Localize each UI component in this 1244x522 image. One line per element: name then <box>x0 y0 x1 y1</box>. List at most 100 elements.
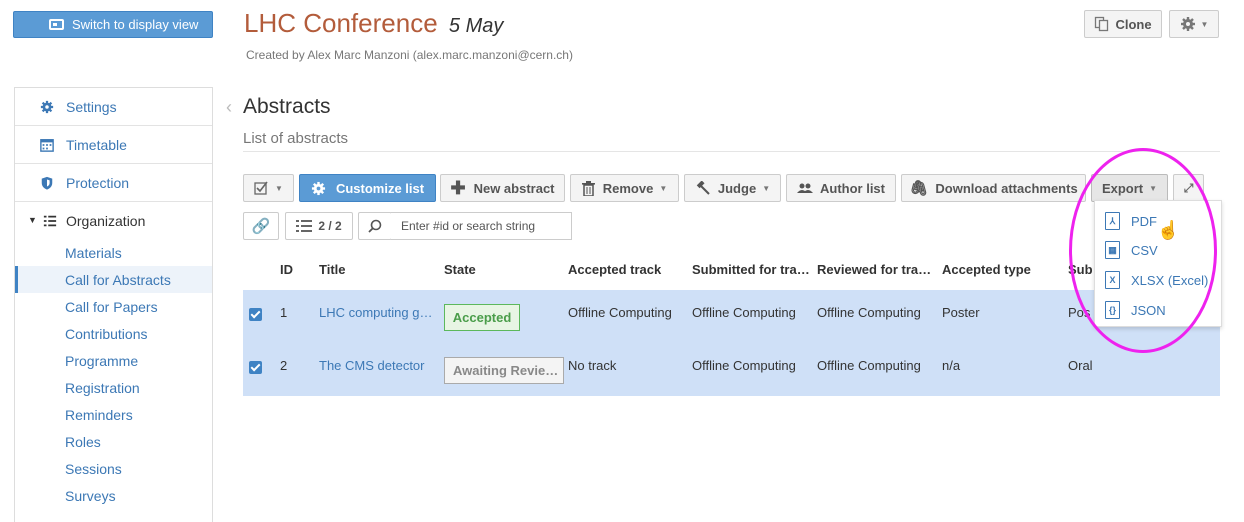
settings-dropdown-button[interactable]: ▼ <box>1169 10 1219 38</box>
search-input[interactable] <box>391 212 572 240</box>
status-badge: Accepted <box>444 304 520 331</box>
sidebar-item-contributions[interactable]: Contributions <box>15 320 212 347</box>
customize-label: Customize list <box>335 180 425 196</box>
col-sub[interactable]: Sub <box>1068 262 1093 277</box>
caret-down-icon: ▼ <box>28 215 37 225</box>
export-csv-item[interactable]: ▦ CSV <box>1105 240 1158 260</box>
export-button[interactable]: Export ▼ <box>1091 174 1168 202</box>
search-button[interactable] <box>358 212 392 240</box>
gear-icon <box>40 100 54 114</box>
conference-date: 5 May <box>448 15 504 37</box>
author-list-button[interactable]: Author list <box>786 174 896 202</box>
sidebar-item-reminders[interactable]: Reminders <box>15 401 212 428</box>
col-id[interactable]: ID <box>280 262 293 277</box>
sidebar-item-label: Protection <box>66 174 130 191</box>
col-state[interactable]: State <box>444 262 476 277</box>
cell-submitted-for: Offline Computing <box>692 358 796 373</box>
sidebar-item-settings[interactable]: Settings <box>15 88 212 126</box>
sidebar-item-registration[interactable]: Registration <box>15 374 212 401</box>
select-dropdown-button[interactable]: ▼ <box>243 174 294 202</box>
conference-name: LHC Conference <box>244 8 438 38</box>
sidebar-item-label: Settings <box>66 98 117 115</box>
search-icon <box>368 219 382 233</box>
sidebar-item-protection[interactable]: Protection <box>15 164 212 202</box>
chevron-down-icon: ▼ <box>762 183 771 193</box>
table-row[interactable]: 1 LHC computing g… Accepted Offline Comp… <box>243 290 1220 343</box>
link-button[interactable]: 🔗 <box>243 212 279 240</box>
clone-label: Clone <box>1115 16 1152 32</box>
clone-button[interactable]: Clone <box>1084 10 1162 38</box>
paperclip-icon: 🖇 <box>909 180 929 197</box>
page-title: Abstracts <box>243 95 331 118</box>
customize-list-button[interactable]: Customize list <box>299 174 436 202</box>
table-header: ID Title State Accepted track Submitted … <box>243 252 1220 289</box>
expand-button[interactable]: ⤢ <box>1173 174 1204 202</box>
display-icon <box>49 19 64 30</box>
expand-icon: ⤢ <box>1183 180 1194 195</box>
download-attachments-button[interactable]: 🖇 Download attachments <box>901 174 1086 202</box>
export-pdf-item[interactable]: ⅄ PDF <box>1105 211 1157 231</box>
chevron-down-icon: ▼ <box>659 183 668 193</box>
cell-title-link[interactable]: The CMS detector <box>319 358 425 373</box>
remove-button[interactable]: Remove ▼ <box>570 174 679 202</box>
users-icon <box>797 183 813 193</box>
trash-icon <box>581 180 595 196</box>
new-abstract-label: New abstract <box>473 180 555 196</box>
export-json-item[interactable]: {} JSON <box>1105 300 1166 320</box>
cell-reviewed-for: Offline Computing <box>817 358 921 373</box>
list-icon <box>43 215 57 227</box>
sidebar-item-sessions[interactable]: Sessions <box>15 455 212 482</box>
cell-submitted-for: Offline Computing <box>692 305 796 320</box>
sidebar-item-programme[interactable]: Programme <box>15 347 212 374</box>
gear-icon <box>1180 17 1195 31</box>
col-title[interactable]: Title <box>319 262 346 277</box>
menu-item-label: CSV <box>1131 242 1158 258</box>
author-list-label: Author list <box>820 180 885 196</box>
chevron-down-icon: ▼ <box>275 183 283 193</box>
cell-id: 1 <box>280 305 288 320</box>
download-label: Download attachments <box>935 180 1078 196</box>
plus-icon: ✚ <box>450 177 466 198</box>
cell-sub: Oral <box>1068 358 1093 373</box>
shield-icon <box>41 176 53 190</box>
gear-icon <box>311 181 325 195</box>
sidebar-item-call-for-abstracts[interactable]: Call for Abstracts <box>15 266 212 293</box>
excel-file-icon: X <box>1105 271 1120 289</box>
export-xlsx-item[interactable]: X XLSX (Excel) <box>1105 270 1208 290</box>
json-file-icon: {} <box>1105 301 1120 319</box>
link-icon: 🔗 <box>251 218 271 235</box>
filter-count-button[interactable]: 2 / 2 <box>285 212 353 240</box>
filter-count: 2 / 2 <box>318 219 342 233</box>
page-subtitle: List of abstracts <box>243 130 349 147</box>
list-icon <box>296 220 313 232</box>
sidebar-item-roles[interactable]: Roles <box>15 428 212 455</box>
divider <box>243 151 1220 152</box>
judge-button[interactable]: Judge ▼ <box>684 174 781 202</box>
row-checkbox[interactable] <box>249 308 262 321</box>
new-abstract-button[interactable]: ✚ New abstract <box>440 174 565 202</box>
switch-to-display-view-button[interactable]: Switch to display view <box>13 11 213 38</box>
calendar-icon <box>40 139 54 152</box>
row-checkbox[interactable] <box>249 361 262 374</box>
cell-sub: Pos <box>1068 305 1091 320</box>
col-accepted-track[interactable]: Accepted track <box>568 262 661 277</box>
sidebar-item-call-for-papers[interactable]: Call for Papers <box>15 293 212 320</box>
sidebar-section-organization[interactable]: ▼ Organization <box>15 202 212 239</box>
col-reviewed-for[interactable]: Reviewed for tra… <box>817 262 931 277</box>
judge-label: Judge <box>717 180 757 196</box>
col-submitted-for[interactable]: Submitted for tra… <box>692 262 810 277</box>
sidebar-item-timetable[interactable]: Timetable <box>15 126 212 164</box>
table-row[interactable]: 2 The CMS detector Awaiting Revie… No tr… <box>243 343 1220 396</box>
clone-icon <box>1095 16 1109 32</box>
cell-reviewed-for: Offline Computing <box>817 305 921 320</box>
sidebar-section-label: Organization <box>66 212 146 229</box>
menu-item-label: JSON <box>1131 302 1166 318</box>
cell-accepted-type: n/a <box>942 358 961 373</box>
sidebar-item-surveys[interactable]: Surveys <box>15 482 212 509</box>
cell-title-link[interactable]: LHC computing g… <box>319 305 432 320</box>
sidebar: Settings Timetable Protection ▼ Organiza… <box>14 87 213 522</box>
col-accepted-type[interactable]: Accepted type <box>942 262 1031 277</box>
chevron-down-icon: ▼ <box>1149 183 1158 193</box>
chevron-left-icon[interactable]: ‹ <box>226 97 232 118</box>
sidebar-item-materials[interactable]: Materials <box>15 239 212 266</box>
